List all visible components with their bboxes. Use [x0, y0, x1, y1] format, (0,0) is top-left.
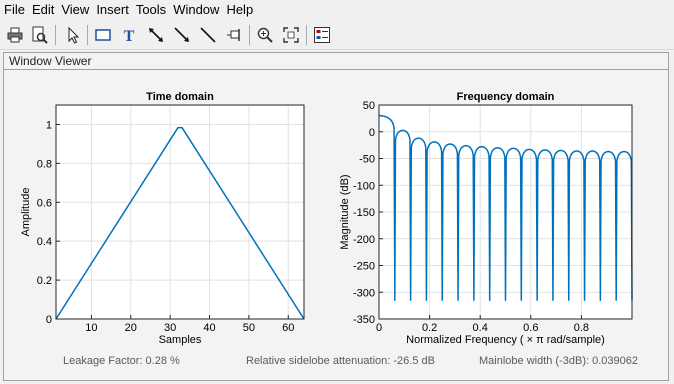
- y-axis-label: Amplitude: [20, 188, 32, 237]
- leakage-factor: Leakage Factor: 0.28 %: [63, 355, 180, 367]
- mainlobe-width: Mainlobe width (-3dB): 0.039062: [479, 355, 638, 367]
- x-tick-label: 0: [376, 322, 382, 334]
- x-tick-label: 0.6: [523, 322, 538, 334]
- x-tick-label: 30: [164, 322, 176, 334]
- x-tick-label: 50: [243, 322, 255, 334]
- y-tick-label: -300: [353, 287, 375, 299]
- chart-title: Frequency domain: [457, 91, 555, 103]
- x-tick-label: 0.4: [473, 322, 488, 334]
- x-tick-label: 0.8: [574, 322, 589, 334]
- y-tick-label: -200: [353, 234, 375, 246]
- y-tick-label: 0.4: [37, 236, 52, 248]
- plot-area[interactable]: [56, 105, 304, 319]
- x-tick-label: 10: [85, 322, 97, 334]
- y-tick-label: 1: [46, 119, 52, 131]
- y-tick-label: -150: [353, 207, 375, 219]
- chart-title: Time domain: [146, 91, 214, 103]
- y-tick-label: -50: [359, 154, 375, 166]
- x-tick-label: 20: [125, 322, 137, 334]
- y-axis-label: Magnitude (dB): [339, 174, 351, 249]
- y-tick-label: 0.6: [37, 197, 52, 209]
- y-tick-label: 0.2: [37, 275, 52, 287]
- x-tick-label: 40: [203, 322, 215, 334]
- y-tick-label: 0.8: [37, 158, 52, 170]
- y-tick-label: 0: [46, 314, 52, 326]
- x-tick-label: 0.2: [422, 322, 437, 334]
- y-tick-label: -250: [353, 261, 375, 273]
- x-tick-label: 60: [282, 322, 294, 334]
- y-tick-label: 0: [369, 127, 375, 139]
- y-tick-label: -350: [353, 314, 375, 326]
- x-axis-label: Samples: [159, 334, 202, 346]
- y-tick-label: 50: [363, 100, 375, 112]
- plots-canvas: 10 20 30 40 50 60 0 0.2 0.4 0.6 0.8 1 Time domain Sam…: [20, 91, 633, 346]
- chart-time-domain: 10 20 30 40 50 60 0 0.2 0.4 0.6 0.8 1 Time domain Sam…: [20, 91, 305, 346]
- sidelobe-attenuation: Relative sidelobe attenuation: -26.5 dB: [246, 355, 435, 367]
- y-tick-label: -100: [353, 180, 375, 192]
- x-axis-label: Normalized Frequency ( × π rad/sample): [406, 334, 605, 346]
- chart-frequency-domain: 0 0.2 0.4 0.6 0.8 50 0 -50 -100 -150 -200 -250 -300 -…: [339, 91, 633, 346]
